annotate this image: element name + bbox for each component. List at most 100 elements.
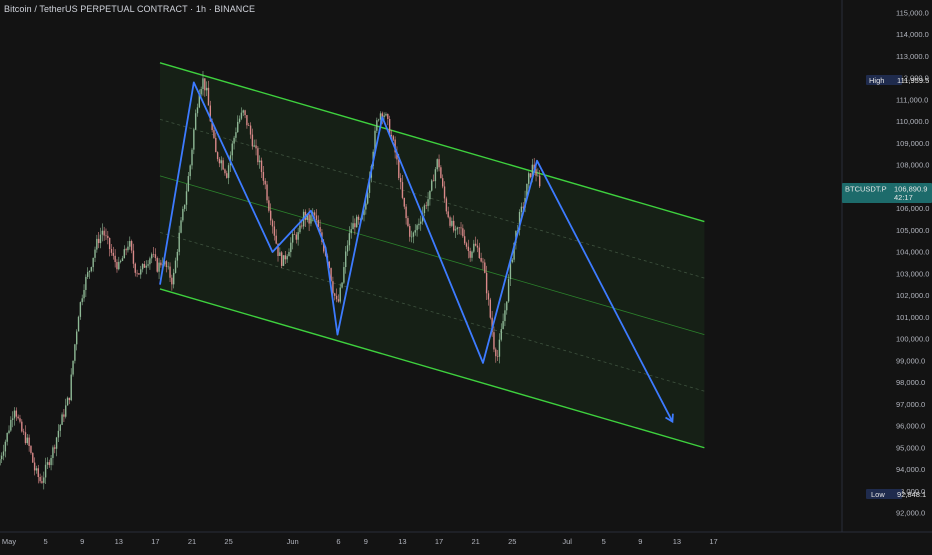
candle [151, 252, 153, 264]
price-tick-label: 114,000.0 [896, 30, 929, 39]
price-chart[interactable]: 115,000.0114,000.0113,000.0112,000.0111,… [0, 0, 932, 550]
candle [81, 294, 83, 306]
candle [44, 457, 47, 484]
countdown-value: 42:17 [894, 193, 913, 202]
time-tick-label: 9 [364, 537, 368, 546]
candle [376, 117, 378, 133]
candle [341, 282, 343, 289]
candle [282, 255, 285, 267]
candle [79, 301, 82, 320]
candle [152, 247, 155, 258]
candle [280, 250, 283, 269]
price-tick-label: 96,000.0 [896, 422, 925, 431]
price-tick-label: 109,000.0 [896, 139, 929, 148]
candle [90, 266, 93, 273]
candle [119, 259, 122, 264]
candle [103, 226, 105, 241]
candle [114, 249, 116, 268]
candle [22, 428, 25, 435]
time-tick-label: 6 [336, 537, 340, 546]
candle [156, 256, 158, 273]
time-tick-label: 25 [508, 537, 516, 546]
candle [26, 434, 28, 445]
candle [143, 260, 146, 268]
candle [145, 260, 147, 275]
candle [19, 414, 21, 424]
price-tick-label: 99,000.0 [896, 356, 925, 365]
price-tick-label: 100,000.0 [896, 335, 929, 344]
candle [35, 465, 38, 474]
candle [76, 329, 78, 351]
candle [431, 179, 433, 192]
candle [61, 412, 63, 426]
candle [105, 228, 107, 240]
candle [116, 259, 118, 273]
candle [8, 425, 10, 435]
candle [108, 237, 111, 257]
candle [132, 243, 135, 269]
candle [134, 262, 136, 277]
candle [118, 256, 120, 271]
candle [141, 263, 144, 273]
chart-area[interactable]: 115,000.0 114,000.0 113,000.0 112,000.0 111,… [0, 0, 932, 550]
time-tick-label: 13 [398, 537, 406, 546]
candle [33, 457, 36, 476]
time-tick-label: 5 [44, 537, 48, 546]
candle [70, 368, 72, 402]
candle [129, 236, 131, 250]
candle [54, 444, 56, 454]
candle [86, 267, 89, 279]
candle [52, 445, 54, 466]
candle [387, 113, 389, 126]
price-tick-label: 103,000.0 [896, 269, 929, 278]
time-tick-label: 17 [151, 537, 159, 546]
candle [101, 223, 104, 242]
symbol-tag: BTCUSDT.P [845, 185, 887, 194]
candle [123, 245, 125, 259]
candle [112, 246, 115, 260]
candle [74, 343, 76, 364]
price-tick-label: 106,000.0 [896, 204, 929, 213]
candle [83, 284, 85, 302]
price-tick-label: 111,000.0 [896, 95, 928, 104]
candle [57, 424, 60, 442]
price-tick-label: 105,000.0 [896, 226, 929, 235]
time-tick-label: Jun [287, 537, 299, 546]
channel-group [159, 62, 705, 449]
candle [59, 423, 61, 437]
time-scale[interactable]: May 5 9 13 17 21 25 Jun 6 9 13 17 21 25 Jul 5 9 13 17 [0, 531, 932, 546]
candle [63, 409, 65, 423]
candle [72, 360, 74, 377]
candle [130, 239, 133, 254]
time-tick-label: May [2, 537, 16, 546]
high-tag-label: High [869, 76, 884, 85]
candle [125, 247, 127, 256]
candle [10, 416, 12, 432]
time-tick-label: 13 [115, 537, 123, 546]
candle [96, 234, 98, 253]
candle [28, 434, 30, 452]
time-tick-label: 17 [435, 537, 443, 546]
candle [39, 473, 41, 484]
candle [37, 464, 39, 484]
time-tick-label: 13 [673, 537, 681, 546]
time-tick-label: 25 [224, 537, 232, 546]
low-tag-value: 92,848.1 [897, 490, 926, 499]
candle [43, 471, 45, 490]
candle [2, 444, 5, 461]
price-tick-label: 92,000.0 [896, 509, 925, 518]
time-tick-label: 21 [471, 537, 479, 546]
candle [66, 396, 69, 406]
candle [385, 112, 387, 117]
candle [4, 439, 7, 458]
candle [6, 432, 8, 446]
candle [17, 414, 19, 420]
price-tick-label: 97,000.0 [896, 400, 925, 409]
time-tick-label: 5 [602, 537, 606, 546]
candle [147, 260, 149, 268]
price-tick-label: 95,000.0 [896, 443, 925, 452]
chart-title: Bitcoin / TetherUS PERPETUAL CONTRACT · … [4, 4, 256, 14]
candle [377, 118, 380, 122]
candle [94, 246, 96, 262]
price-tick-label: 98,000.0 [896, 378, 925, 387]
